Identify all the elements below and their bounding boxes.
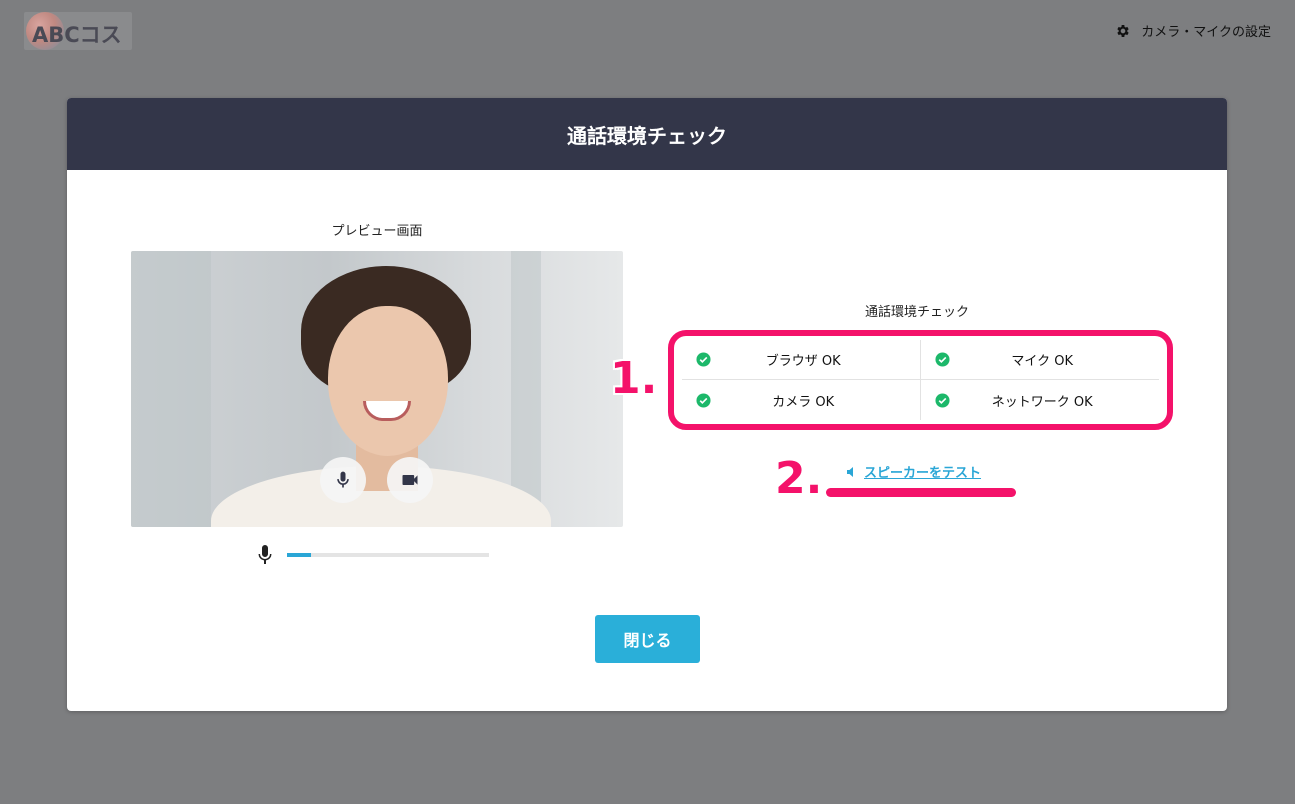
close-button[interactable]: 閉じる: [595, 615, 700, 663]
microphone-icon: [258, 545, 272, 564]
modal-title: 通話環境チェック: [67, 98, 1227, 170]
check-circle-icon: [934, 392, 950, 408]
microphone-icon: [337, 471, 349, 488]
check-label: ネットワーク OK: [991, 394, 1093, 410]
mic-level-meter: [257, 544, 489, 566]
gear-icon: [1117, 24, 1129, 37]
speaker-test-link[interactable]: スピーカーをテスト: [846, 462, 981, 481]
background-panel: [511, 251, 541, 527]
settings-label: カメラ・マイクの設定: [1141, 25, 1271, 40]
check-circle-icon: [696, 392, 711, 408]
mic-level-fill: [287, 553, 312, 557]
check-item-camera: カメラ OK: [682, 380, 921, 420]
check-item-browser: ブラウザ OK: [682, 340, 921, 380]
speaker-icon: [847, 466, 853, 477]
check-results-grid: ブラウザ OK マイク OK カメラ OK ネットワーク OK: [682, 340, 1159, 420]
logo-text: ABCコスメ: [32, 23, 122, 47]
camera-toggle-button[interactable]: [387, 457, 433, 503]
background-panel: [131, 251, 211, 527]
person-face: [328, 306, 448, 456]
check-label: カメラ OK: [772, 394, 835, 410]
video-camera-icon: [402, 475, 418, 485]
preview-label: プレビュー画面: [331, 224, 423, 239]
check-item-network: ネットワーク OK: [921, 380, 1160, 420]
annotation-underline: [826, 488, 1016, 497]
camera-preview: [131, 251, 623, 527]
mic-level-track: [287, 553, 489, 557]
logo: ABCコスメ: [24, 12, 132, 50]
speaker-test-label: スピーカーをテスト: [864, 466, 982, 481]
annotation-marker-1: 1.: [610, 353, 658, 404]
mic-toggle-button[interactable]: [320, 457, 366, 503]
check-title: 通話環境チェック: [864, 305, 969, 320]
check-circle-icon: [696, 352, 711, 367]
environment-check-modal: 通話環境チェック プレビュー画面 通話環境チェック ブラウザ OK マイク OK…: [67, 98, 1227, 711]
check-circle-icon: [934, 352, 950, 367]
camera-mic-settings-link[interactable]: カメラ・マイクの設定: [1115, 21, 1271, 40]
check-label: マイク OK: [1011, 354, 1074, 369]
annotation-marker-2: 2.: [775, 453, 823, 504]
check-label: ブラウザ OK: [765, 354, 841, 369]
check-item-mic: マイク OK: [920, 340, 1159, 380]
check-results-box: ブラウザ OK マイク OK カメラ OK ネットワーク OK: [668, 330, 1173, 430]
